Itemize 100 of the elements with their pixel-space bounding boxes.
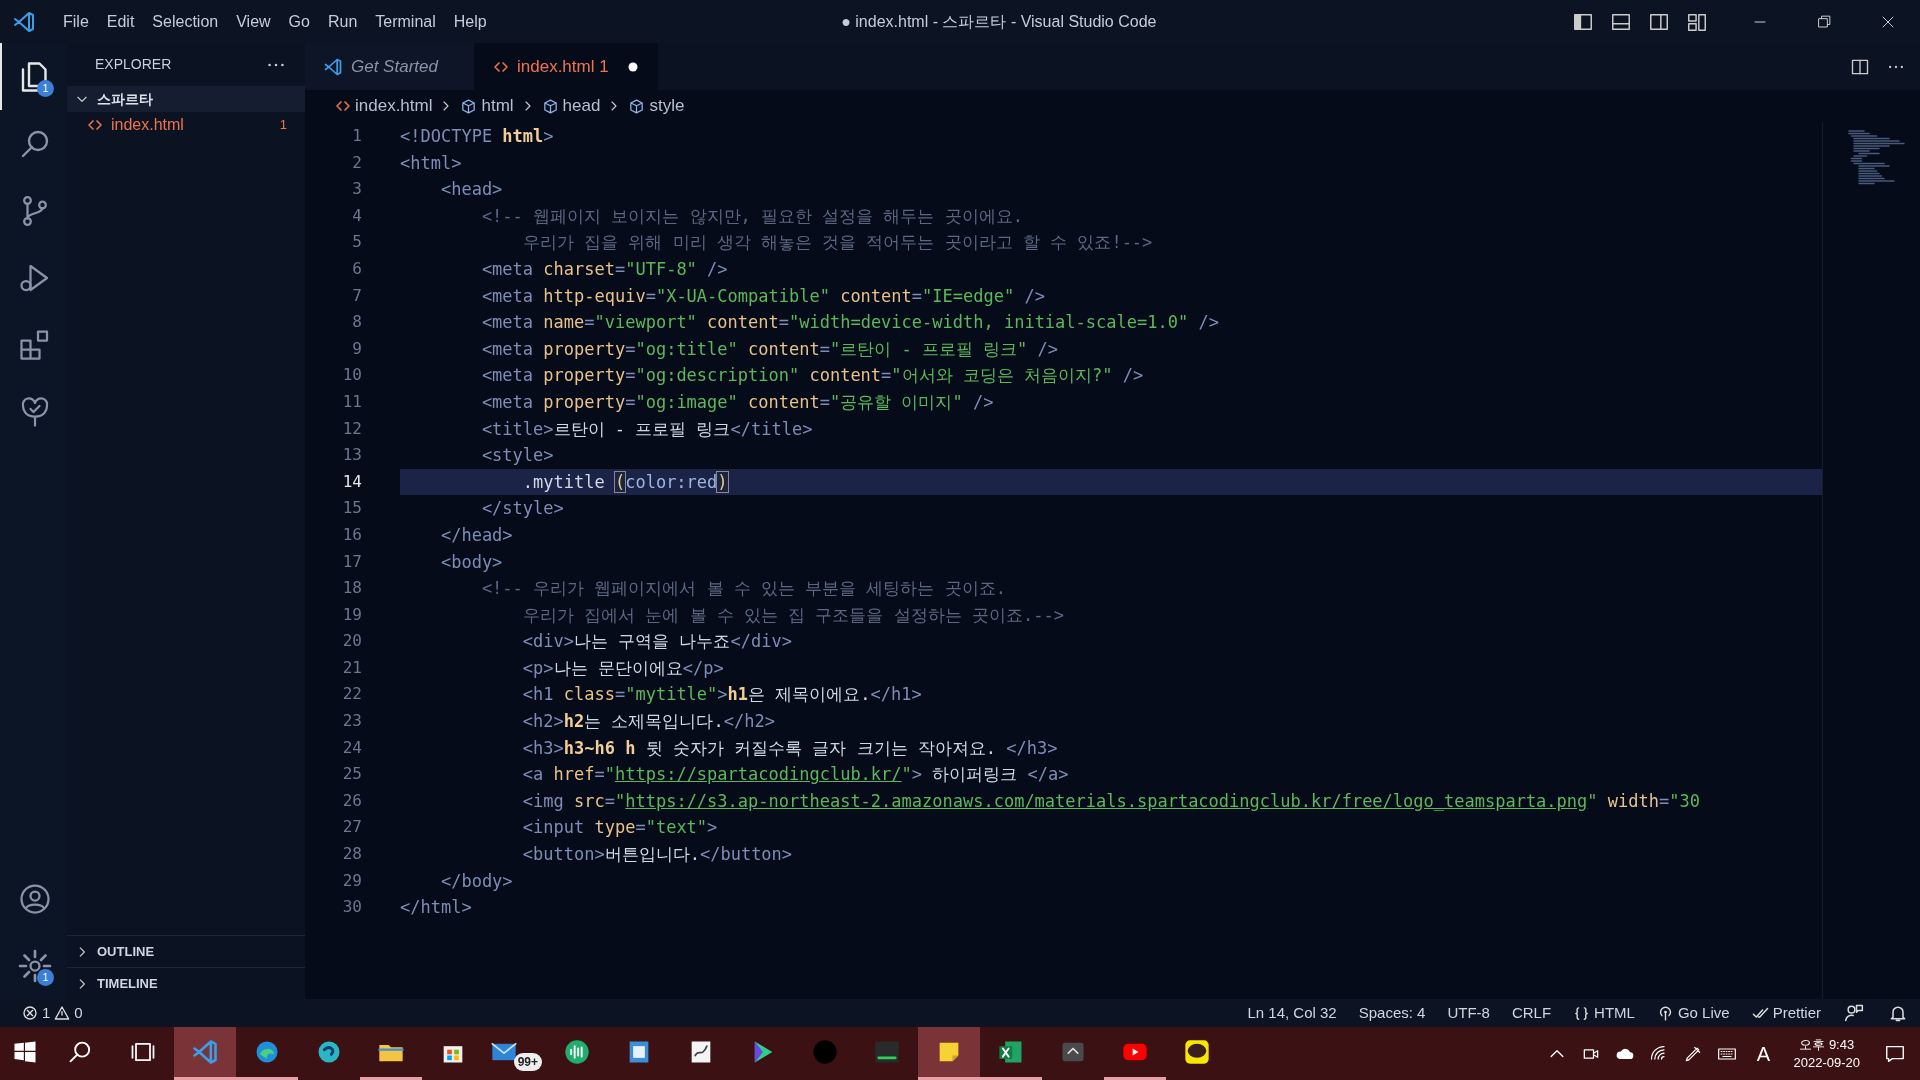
line-number: 20: [341, 630, 363, 653]
code-line: <title>르탄이 - 프로필 링크</title>: [480, 417, 814, 441]
code-line: <p>나는 문단이에요</p>: [521, 656, 725, 680]
line-number: 2: [351, 151, 363, 174]
code-editor-icon: [191, 1038, 219, 1066]
error-icon: [22, 1005, 38, 1021]
menu-item[interactable]: Run: [318, 5, 367, 38]
line-number: 8: [351, 311, 363, 334]
code-line: <meta http-equiv="X-UA-Compatible" content="IE=edge" />: [480, 284, 1046, 308]
code-line: <a href="https://spartacodingclub.kr/"> 하이퍼링크 </a>: [521, 763, 1070, 787]
line-number: 25: [341, 763, 363, 786]
status-item[interactable]: Ln 14, Col 32: [1236, 1001, 1348, 1025]
menu-item[interactable]: View: [227, 5, 280, 38]
status-item[interactable]: Go Live: [1645, 1001, 1741, 1025]
code-line: </body>: [439, 869, 514, 893]
code-line: <input type="text">: [521, 816, 719, 840]
line-number: 11: [341, 390, 363, 413]
code-line: </html>: [400, 896, 473, 920]
code-line: 우리가 집에서 눈에 볼 수 있는 집 구조들을 설정하는 곳이죠.-->: [521, 603, 1065, 627]
badge: 1: [37, 969, 54, 986]
code-line: <head>: [439, 178, 504, 202]
editor-tab[interactable]: Get Started: [305, 43, 475, 90]
input-method-indicator[interactable]: A: [1743, 1027, 1784, 1080]
line-number: 16: [341, 523, 363, 546]
line-number: 3: [351, 178, 363, 201]
line-number: 27: [341, 816, 363, 839]
line-number: 9: [351, 337, 363, 360]
app-logo-icon: [12, 9, 36, 34]
count-badge: 99+: [513, 1053, 542, 1071]
html-file-icon: [87, 117, 103, 133]
badge: 1: [37, 80, 54, 97]
menu-item[interactable]: File: [54, 5, 98, 38]
code-brackets-icon: [335, 98, 351, 114]
settings-icon[interactable]: [16, 947, 53, 984]
breadcrumb-item[interactable]: head: [541, 93, 601, 119]
line-number: 30: [341, 896, 363, 919]
warning-icon: [54, 1005, 71, 1021]
code-line: <button>버튼입니다.</button>: [521, 843, 794, 867]
code-line: <div>나는 구역을 나누죠</div>: [521, 630, 793, 654]
code-line: <!DOCTYPE html>: [400, 125, 555, 148]
line-number: 22: [341, 683, 363, 706]
code-line: <meta charset="UTF-8" />: [480, 257, 729, 281]
line-number: 4: [351, 204, 363, 227]
code-line: <h2>h2는 소제목입니다.</h2>: [521, 710, 776, 734]
line-number: 7: [351, 284, 363, 307]
line-number: 6: [351, 257, 363, 280]
cube-icon: [460, 97, 478, 115]
problems-status[interactable]: 1 0: [0, 1001, 83, 1025]
line-number: 24: [341, 736, 363, 759]
status-item[interactable]: HTML: [1562, 1001, 1646, 1025]
breadcrumb-item[interactable]: html: [460, 93, 514, 119]
chat-bubble-icon: [1183, 1038, 1211, 1066]
clock[interactable]: 오후 9:43 2022-09-20: [1783, 1035, 1870, 1072]
menu-item[interactable]: Help: [444, 5, 496, 38]
braces-icon: [1573, 1004, 1591, 1022]
code-line: </head>: [439, 523, 514, 547]
line-number: 15: [341, 497, 363, 520]
menu-item[interactable]: Go: [279, 5, 319, 38]
app-logo-icon: [323, 56, 343, 77]
status-item[interactable]: Prettier: [1740, 1001, 1832, 1025]
code-line: <!-- 웹페이지 보이지는 않지만, 필요한 설정을 해두는 곳이에요.: [480, 204, 1024, 228]
code-line: <body>: [439, 550, 504, 574]
line-number: 14: [341, 470, 363, 493]
audio-wave-icon: [563, 1038, 591, 1066]
code-line: <html>: [400, 151, 463, 175]
breadcrumb-item[interactable]: style: [628, 93, 685, 119]
code-line: </style>: [480, 497, 565, 521]
taskbar-button[interactable]: 99+: [484, 1027, 546, 1080]
explorer-file-entry[interactable]: index.html 1: [67, 112, 305, 138]
line-number: 18: [341, 577, 363, 600]
sidebar-title: EXPLORER: [95, 55, 172, 74]
status-item[interactable]: CRLF: [1500, 1001, 1563, 1025]
line-number: 13: [341, 444, 363, 467]
line-number: 17: [341, 550, 363, 573]
person-feedback-icon[interactable]: [1844, 1003, 1864, 1023]
menu-item[interactable]: Edit: [97, 5, 144, 38]
circle-app-icon: [811, 1038, 839, 1066]
line-number: 19: [341, 603, 363, 626]
line-number: 29: [341, 869, 363, 892]
editor-tab[interactable]: index.html 1: [475, 43, 658, 90]
cube-icon: [628, 97, 646, 115]
line-number: 23: [341, 710, 363, 733]
code-line: <meta property="og:title" content="르탄이 - 프로필 링크" />: [480, 337, 1060, 361]
folder-row[interactable]: 스파르타: [67, 86, 305, 112]
status-item[interactable]: Spaces: 4: [1347, 1001, 1437, 1025]
menu-item[interactable]: Terminal: [366, 5, 445, 38]
code-line: 우리가 집을 위해 미리 생각 해놓은 것을 적어두는 곳이라고 할 수 있죠!-->: [521, 231, 1154, 255]
code-line: <img src="https://s3.ap-northeast-2.amazonaws.com/materials.spartacodingclub.kr/free/logo_teamsparta.png" width="30: [521, 789, 1701, 813]
line-number: 12: [341, 417, 363, 440]
cube-icon: [541, 97, 559, 115]
code-line: <h3>h3~h6 h 뒷 숫자가 커질수록 글자 크기는 작아져요. </h3>: [521, 736, 1059, 760]
line-number: 1: [351, 125, 363, 147]
taskbar-button[interactable]: [918, 1027, 980, 1080]
status-item[interactable]: UTF-8: [1436, 1001, 1501, 1025]
code-line: <meta property="og:description" content="어서와 코딩은 처음이지?" />: [480, 364, 1145, 388]
line-number: 10: [341, 364, 363, 387]
code-line: <style>: [480, 444, 555, 468]
menu-item[interactable]: Selection: [143, 5, 228, 38]
line-number: 26: [341, 789, 363, 812]
breadcrumb-item[interactable]: index.html: [335, 93, 433, 119]
